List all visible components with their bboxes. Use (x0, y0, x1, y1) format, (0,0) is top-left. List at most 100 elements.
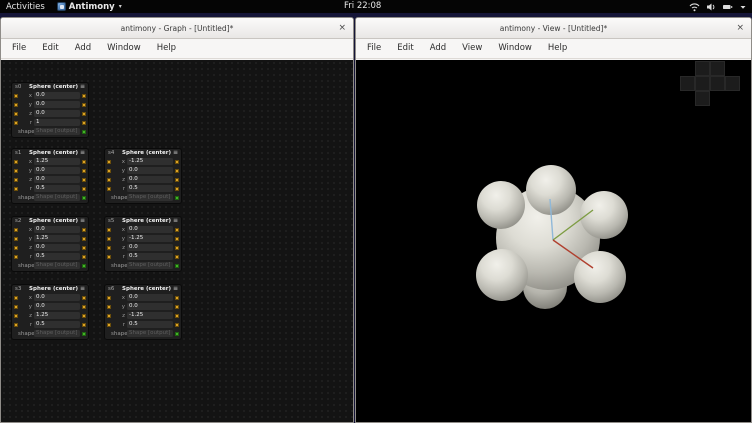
hamburger-menu-icon[interactable]: ≡ (173, 149, 178, 157)
output-port[interactable] (175, 178, 179, 182)
node-s0[interactable]: s0Sphere (center)≡x0.0y0.0z0.0r1shapeSha… (11, 82, 89, 138)
param-value-field[interactable]: -1.25 (127, 158, 173, 165)
shape-output-port[interactable] (82, 332, 86, 336)
shape-output-port[interactable] (82, 130, 86, 134)
system-status-area[interactable] (689, 0, 747, 13)
output-port[interactable] (82, 323, 86, 327)
output-port[interactable] (82, 178, 86, 182)
output-port[interactable] (175, 169, 179, 173)
param-value-field[interactable]: 1.25 (34, 235, 80, 242)
orientation-widget-cell[interactable] (710, 61, 725, 76)
close-icon[interactable]: × (736, 18, 744, 39)
param-value-field[interactable]: 0.0 (34, 110, 80, 117)
output-port[interactable] (82, 169, 86, 173)
shape-output-port[interactable] (175, 196, 179, 200)
output-port[interactable] (175, 237, 179, 241)
output-port[interactable] (82, 160, 86, 164)
menu-edit[interactable]: Edit (34, 39, 66, 58)
menu-help[interactable]: Help (540, 39, 575, 58)
output-port[interactable] (82, 94, 86, 98)
param-value-field[interactable]: 1.25 (34, 158, 80, 165)
output-port[interactable] (175, 228, 179, 232)
orientation-widget-cell[interactable] (695, 91, 710, 106)
activities-button[interactable]: Activities (6, 2, 45, 12)
hamburger-menu-icon[interactable]: ≡ (80, 217, 85, 225)
app-menu[interactable]: Antimony ▾ (57, 2, 122, 12)
menu-help[interactable]: Help (149, 39, 184, 58)
menu-edit[interactable]: Edit (389, 39, 421, 58)
menu-file[interactable]: File (4, 39, 34, 58)
node-header[interactable]: s0Sphere (center)≡ (12, 83, 88, 91)
shape-output-port[interactable] (82, 264, 86, 268)
param-value-field[interactable]: 0.5 (34, 185, 80, 192)
node-s4[interactable]: s4Sphere (center)≡x-1.25y0.0z0.0r0.5shap… (104, 148, 182, 204)
output-port[interactable] (82, 112, 86, 116)
hamburger-menu-icon[interactable]: ≡ (80, 285, 85, 293)
orientation-widget-cell[interactable] (680, 76, 695, 91)
param-value-field[interactable]: 0.5 (127, 185, 173, 192)
output-port[interactable] (175, 255, 179, 259)
param-value-field[interactable]: -1.25 (127, 235, 173, 242)
output-port[interactable] (82, 237, 86, 241)
node-header[interactable]: s5Sphere (center)≡ (105, 217, 181, 225)
orientation-widget-cell[interactable] (710, 76, 725, 91)
node-header[interactable]: s6Sphere (center)≡ (105, 285, 181, 293)
menu-window[interactable]: Window (490, 39, 540, 58)
output-port[interactable] (175, 296, 179, 300)
param-value-field[interactable]: 0.0 (34, 167, 80, 174)
node-s2[interactable]: s2Sphere (center)≡x0.0y1.25z0.0r0.5shape… (11, 216, 89, 272)
shape-output-port[interactable] (175, 332, 179, 336)
graph-canvas[interactable]: s0Sphere (center)≡x0.0y0.0z0.0r1shapeSha… (1, 60, 353, 422)
output-port[interactable] (82, 187, 86, 191)
param-value-field[interactable]: 0.0 (127, 294, 173, 301)
param-value-field[interactable]: 0.5 (34, 321, 80, 328)
graph-titlebar[interactable]: antimony - Graph - [Untitled]* × (1, 18, 353, 39)
output-port[interactable] (82, 103, 86, 107)
close-icon[interactable]: × (338, 18, 346, 39)
param-value-field[interactable]: 0.0 (127, 303, 173, 310)
output-port[interactable] (175, 323, 179, 327)
node-s1[interactable]: s1Sphere (center)≡x1.25y0.0z0.0r0.5shape… (11, 148, 89, 204)
param-value-field[interactable]: 0.0 (127, 167, 173, 174)
output-port[interactable] (175, 160, 179, 164)
output-port[interactable] (82, 314, 86, 318)
node-header[interactable]: s4Sphere (center)≡ (105, 149, 181, 157)
param-value-field[interactable]: 0.0 (34, 92, 80, 99)
param-value-field[interactable]: -1.25 (127, 312, 173, 319)
shape-output-port[interactable] (175, 264, 179, 268)
menu-add[interactable]: Add (422, 39, 454, 58)
output-port[interactable] (175, 305, 179, 309)
shape-output-port[interactable] (82, 196, 86, 200)
menu-window[interactable]: Window (99, 39, 149, 58)
node-s6[interactable]: s6Sphere (center)≡x0.0y0.0z-1.25r0.5shap… (104, 284, 182, 340)
menu-file[interactable]: File (359, 39, 389, 58)
node-s5[interactable]: s5Sphere (center)≡x0.0y-1.25z0.0r0.5shap… (104, 216, 182, 272)
output-port[interactable] (82, 121, 86, 125)
param-value-field[interactable]: 1 (34, 119, 80, 126)
param-value-field[interactable]: 0.0 (127, 176, 173, 183)
orientation-widget-cell[interactable] (695, 61, 710, 76)
output-port[interactable] (82, 296, 86, 300)
node-s3[interactable]: s3Sphere (center)≡x0.0y0.0z1.25r0.5shape… (11, 284, 89, 340)
param-value-field[interactable]: 1.25 (34, 312, 80, 319)
view-3d-canvas[interactable] (356, 60, 751, 422)
hamburger-menu-icon[interactable]: ≡ (80, 83, 85, 91)
output-port[interactable] (175, 187, 179, 191)
output-port[interactable] (82, 228, 86, 232)
node-header[interactable]: s2Sphere (center)≡ (12, 217, 88, 225)
param-value-field[interactable]: 0.0 (127, 226, 173, 233)
menu-add[interactable]: Add (67, 39, 99, 58)
output-port[interactable] (175, 246, 179, 250)
param-value-field[interactable]: 0.0 (34, 303, 80, 310)
output-port[interactable] (82, 255, 86, 259)
param-value-field[interactable]: 0.0 (34, 244, 80, 251)
orientation-widget-cell[interactable] (695, 76, 710, 91)
param-value-field[interactable]: 0.5 (127, 253, 173, 260)
node-header[interactable]: s1Sphere (center)≡ (12, 149, 88, 157)
node-header[interactable]: s3Sphere (center)≡ (12, 285, 88, 293)
param-value-field[interactable]: 0.0 (34, 294, 80, 301)
hamburger-menu-icon[interactable]: ≡ (173, 217, 178, 225)
output-port[interactable] (82, 305, 86, 309)
param-value-field[interactable]: 0.0 (34, 226, 80, 233)
output-port[interactable] (82, 246, 86, 250)
